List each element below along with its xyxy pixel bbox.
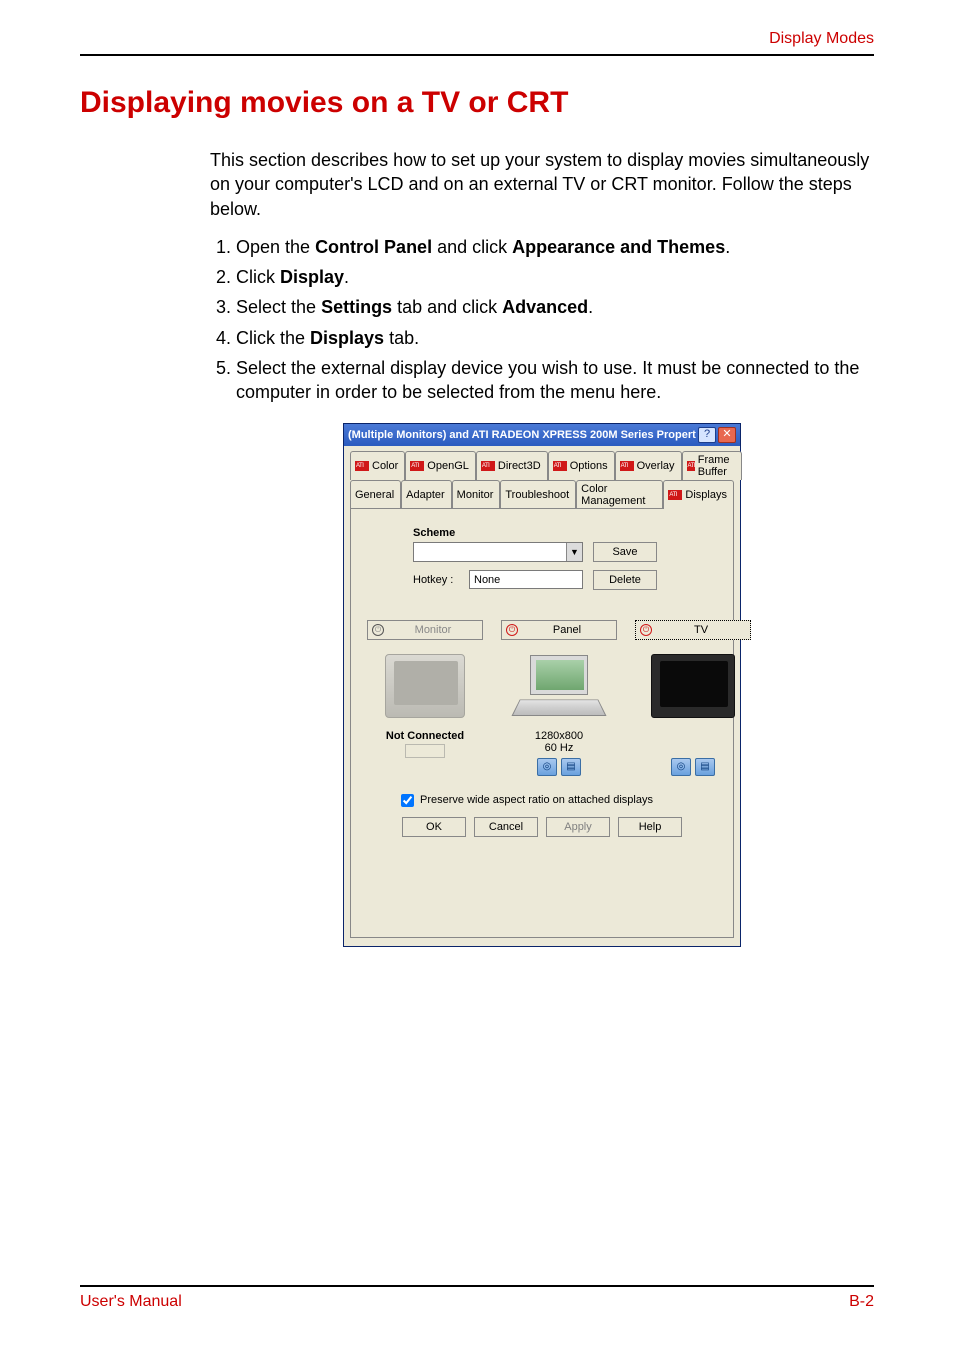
apply-button[interactable]: Apply (546, 817, 610, 837)
cancel-button[interactable]: Cancel (474, 817, 538, 837)
body-column: This section describes how to set up you… (210, 148, 874, 947)
ati-icon (668, 490, 682, 500)
tab-opengl[interactable]: OpenGL (405, 451, 476, 480)
tab-overlay[interactable]: Overlay (615, 451, 682, 480)
tab-framebuffer[interactable]: Frame Buffer (682, 451, 743, 480)
hotkey-label: Hotkey : (413, 574, 459, 586)
tabs-row-2: General Adapter Monitor Troubleshoot Col… (350, 479, 734, 508)
dialog-body: Color OpenGL Direct3D Options Overlay Fr… (344, 446, 740, 946)
dialog-titlebar: (Multiple Monitors) and ATI RADEON XPRES… (344, 424, 740, 446)
ok-button[interactable]: OK (402, 817, 466, 837)
power-icon: ⏻ (506, 624, 518, 636)
section-header: Display Modes (80, 30, 874, 48)
power-icon: ⏻ (640, 624, 652, 636)
scheme-save-button[interactable]: Save (593, 542, 657, 562)
page-title: Displaying movies on a TV or CRT (80, 86, 874, 120)
step-5: Select the external display device you w… (236, 356, 874, 405)
dialog-screenshot: (Multiple Monitors) and ATI RADEON XPRES… (343, 423, 741, 947)
footer-right: B-2 (849, 1293, 874, 1311)
monitor-status: Not Connected (386, 730, 464, 742)
step-4: Click the Displays tab. (236, 326, 874, 350)
scheme-combobox[interactable]: ▼ (413, 542, 583, 562)
connector-icon (405, 744, 445, 758)
display-monitor: ⏻ Monitor Not Connected (367, 620, 483, 776)
tab-color[interactable]: Color (350, 451, 405, 480)
monitor-label: Monitor (388, 624, 478, 636)
step-2: Click Display. (236, 265, 874, 289)
tab-colormgmt[interactable]: Color Management (576, 480, 663, 509)
close-button[interactable]: ✕ (718, 427, 736, 443)
ati-icon (553, 461, 567, 471)
displays-tab-panel: Scheme ▼ Save Hotkey : Delete (350, 508, 734, 938)
config-icon[interactable]: ▤ (561, 758, 581, 776)
scheme-group: Scheme ▼ Save Hotkey : Delete (413, 527, 723, 590)
step-1: Open the Control Panel and click Appeara… (236, 235, 874, 259)
scheme-delete-button[interactable]: Delete (593, 570, 657, 590)
display-tv: ⏻ TV ◎ ▤ (635, 620, 751, 776)
ati-icon (620, 461, 634, 471)
target-icon[interactable]: ◎ (671, 758, 691, 776)
footer-left: User's Manual (80, 1293, 182, 1311)
ati-icon (410, 461, 424, 471)
help-button[interactable]: ? (698, 427, 716, 443)
monitor-header-button[interactable]: ⏻ Monitor (367, 620, 483, 640)
tab-troubleshoot[interactable]: Troubleshoot (500, 480, 576, 509)
panel-header-button[interactable]: ⏻ Panel (501, 620, 617, 640)
tab-monitor[interactable]: Monitor (452, 480, 501, 509)
tab-general[interactable]: General (350, 480, 401, 509)
panel-label: Panel (522, 624, 612, 636)
tv-header-button[interactable]: ⏻ TV (635, 620, 751, 640)
steps-list: Open the Control Panel and click Appeara… (210, 235, 874, 405)
top-rule (80, 54, 874, 56)
display-devices-row: ⏻ Monitor Not Connected ⏻ (367, 620, 723, 776)
tab-displays[interactable]: Displays (663, 480, 734, 509)
preserve-aspect-checkbox-row[interactable]: Preserve wide aspect ratio on attached d… (401, 794, 723, 807)
tab-adapter[interactable]: Adapter (401, 480, 452, 509)
preserve-aspect-label: Preserve wide aspect ratio on attached d… (420, 794, 653, 806)
dialog-title: (Multiple Monitors) and ATI RADEON XPRES… (348, 429, 696, 441)
bottom-rule (80, 1285, 874, 1287)
ati-icon (355, 461, 369, 471)
tab-direct3d[interactable]: Direct3D (476, 451, 548, 480)
chevron-down-icon: ▼ (566, 543, 582, 561)
tabs-row-1: Color OpenGL Direct3D Options Overlay Fr… (350, 450, 734, 479)
tv-image (645, 646, 741, 726)
intro-paragraph: This section describes how to set up you… (210, 148, 874, 221)
properties-dialog: (Multiple Monitors) and ATI RADEON XPRES… (343, 423, 741, 947)
target-icon[interactable]: ◎ (537, 758, 557, 776)
config-icon[interactable]: ▤ (695, 758, 715, 776)
power-icon: ⏻ (372, 624, 384, 636)
display-panel: ⏻ Panel 1280x800 60 Hz ◎ (501, 620, 617, 776)
tab-options[interactable]: Options (548, 451, 615, 480)
tv-label: TV (656, 624, 746, 636)
help-button[interactable]: Help (618, 817, 682, 837)
dialog-footer: OK Cancel Apply Help (361, 807, 723, 837)
ati-icon (481, 461, 495, 471)
monitor-image (377, 646, 473, 726)
panel-image (511, 646, 607, 726)
scheme-label: Scheme (413, 527, 723, 539)
ati-icon (687, 461, 695, 471)
page-footer: User's Manual B-2 (80, 1285, 874, 1311)
preserve-aspect-checkbox[interactable] (401, 794, 414, 807)
panel-resolution: 1280x800 60 Hz (535, 730, 583, 754)
step-3: Select the Settings tab and click Advanc… (236, 295, 874, 319)
document-page: Display Modes Displaying movies on a TV … (0, 0, 954, 1351)
hotkey-input[interactable] (469, 570, 583, 589)
